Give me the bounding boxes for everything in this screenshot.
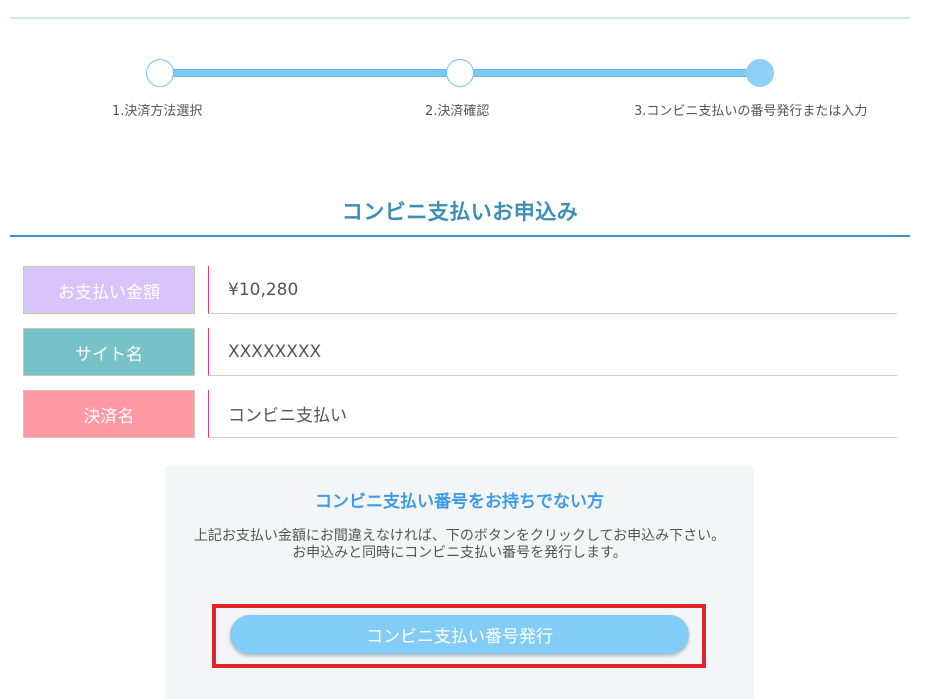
site-name-value: XXXXXXXX bbox=[208, 328, 897, 376]
payment-name-value: コンビニ支払い bbox=[208, 390, 897, 438]
step-1-label: 1.決済方法選択 bbox=[112, 104, 203, 119]
issue-number-button[interactable]: コンビニ支払い番号発行 bbox=[230, 615, 689, 654]
step-3-label: 3.コンビニ支払いの番号発行または入力 bbox=[634, 104, 868, 119]
amount-label: お支払い金額 bbox=[23, 266, 195, 314]
payment-page: 1.決済方法選択 2.決済確認 3.コンビニ支払いの番号発行または入力 コンビニ… bbox=[0, 0, 940, 699]
amount-value: ¥10,280 bbox=[208, 266, 897, 314]
panel-instructions: 上記お支払い金額にお間違えなければ、下のボタンをクリックしてお申込み下さい。 お… bbox=[175, 528, 744, 562]
info-row-amount: お支払い金額 ¥10,280 bbox=[23, 266, 897, 314]
step-3-circle bbox=[746, 59, 774, 87]
panel-title: コンビニ支払い番号をお持ちでない方 bbox=[315, 492, 604, 512]
section-divider bbox=[10, 235, 910, 237]
info-row-payment: 決済名 コンビニ支払い bbox=[23, 390, 897, 438]
step-2-circle bbox=[446, 59, 474, 87]
section-title: コンビニ支払いお申込み bbox=[341, 200, 579, 224]
panel-text-line-2: お申込みと同時にコンビニ支払い番号を発行します。 bbox=[292, 545, 627, 561]
top-divider bbox=[10, 17, 910, 19]
progress-track-1 bbox=[172, 69, 448, 77]
step-1-circle bbox=[146, 59, 174, 87]
site-name-label: サイト名 bbox=[23, 328, 195, 376]
info-row-site: サイト名 XXXXXXXX bbox=[23, 328, 897, 376]
progress-track-2 bbox=[472, 69, 748, 77]
step-2-label: 2.決済確認 bbox=[425, 104, 490, 119]
panel-text-line-1: 上記お支払い金額にお間違えなければ、下のボタンをクリックしてお申込み下さい。 bbox=[193, 528, 726, 544]
progress-stepper: 1.決済方法選択 2.決済確認 3.コンビニ支払いの番号発行または入力 bbox=[0, 58, 940, 128]
payment-name-label: 決済名 bbox=[23, 390, 195, 438]
